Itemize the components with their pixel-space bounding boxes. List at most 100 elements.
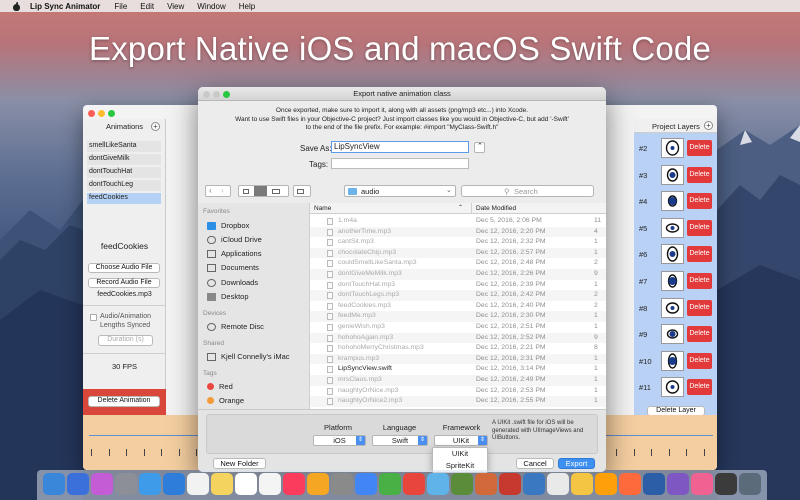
file-row[interactable]: krampus.mp3 Dec 12, 2016, 2:31 PM 1 bbox=[310, 353, 606, 365]
file-row[interactable]: anotherTime.mp3 Dec 12, 2016, 2:20 PM 4 bbox=[310, 226, 606, 238]
column-header-date[interactable]: Date Modified bbox=[471, 203, 606, 214]
menu-file[interactable]: File bbox=[114, 2, 127, 11]
dock-app-icon[interactable] bbox=[331, 473, 353, 495]
dock-app-icon[interactable] bbox=[643, 473, 665, 495]
dock-app-icon[interactable] bbox=[547, 473, 569, 495]
file-row[interactable]: cantSit.mp3 Dec 12, 2016, 2:32 PM 1 bbox=[310, 237, 606, 248]
dock-app-icon[interactable] bbox=[667, 473, 689, 495]
app-menu[interactable]: Lip Sync Animator bbox=[30, 2, 100, 11]
delete-layer-row-button[interactable]: Delete bbox=[687, 352, 712, 369]
dock-app-icon[interactable] bbox=[283, 473, 305, 495]
dock-app-icon[interactable] bbox=[451, 473, 473, 495]
file-row[interactable]: mrsClaus.mp3 Dec 12, 2016, 2:49 PM 1 bbox=[310, 375, 606, 386]
framework-option-uikit[interactable]: UIKit bbox=[433, 448, 487, 460]
file-row[interactable]: 1.m4a Dec 5, 2016, 2:06 PM 11 bbox=[310, 216, 606, 227]
dock-app-icon[interactable] bbox=[43, 473, 65, 495]
file-row[interactable]: naughtyOrNice2.mp3 Dec 12, 2016, 2:55 PM 1 bbox=[310, 396, 606, 407]
animation-item[interactable]: dontTouchHat bbox=[87, 167, 161, 178]
choose-audio-button[interactable]: Choose Audio File bbox=[88, 263, 160, 273]
sidebar-item-icloud[interactable]: iCloud Drive bbox=[207, 234, 262, 245]
delete-layer-row-button[interactable]: Delete bbox=[687, 219, 712, 236]
dock-app-icon[interactable] bbox=[67, 473, 89, 495]
dock-app-icon[interactable] bbox=[379, 473, 401, 495]
menu-window[interactable]: Window bbox=[197, 2, 225, 11]
sidebar-tag-red[interactable]: Red bbox=[207, 381, 233, 392]
new-folder-button[interactable]: New Folder bbox=[213, 458, 266, 469]
file-row[interactable]: dontTouchLegs.mp3 Dec 12, 2016, 2:42 PM 2 bbox=[310, 290, 606, 301]
dock-app-icon[interactable] bbox=[403, 473, 425, 495]
layer-row[interactable]: #2 Delete bbox=[634, 136, 717, 160]
dock-app-icon[interactable] bbox=[715, 473, 737, 495]
menu-edit[interactable]: Edit bbox=[140, 2, 154, 11]
file-row[interactable]: LipSyncView.swift Dec 12, 2016, 3:14 PM 1 bbox=[310, 364, 606, 375]
column-header-name[interactable]: Name ⌃ bbox=[310, 203, 471, 214]
sidebar-item-desktop[interactable]: Desktop bbox=[207, 291, 249, 302]
back-forward-buttons[interactable]: ‹ › bbox=[205, 185, 231, 197]
delete-animation-button[interactable]: Delete Animation bbox=[88, 396, 160, 407]
delete-layer-row-button[interactable]: Delete bbox=[687, 166, 712, 183]
delete-layer-row-button[interactable]: Delete bbox=[687, 193, 712, 210]
minimize-window-button[interactable] bbox=[98, 110, 105, 117]
add-layer-button[interactable]: + bbox=[704, 121, 713, 130]
dock-app-icon[interactable] bbox=[91, 473, 113, 495]
cancel-button[interactable]: Cancel bbox=[516, 458, 554, 469]
zoom-window-button[interactable] bbox=[108, 110, 115, 117]
delete-layer-row-button[interactable]: Delete bbox=[687, 326, 712, 343]
layer-row[interactable]: #10 Delete bbox=[634, 349, 717, 373]
dock-app-icon[interactable] bbox=[235, 473, 257, 495]
export-button[interactable]: Export bbox=[558, 458, 595, 469]
file-row[interactable]: dontGiveMeMilk.mp3 Dec 12, 2016, 2:26 PM 9 bbox=[310, 269, 606, 280]
dock-app-icon[interactable] bbox=[427, 473, 449, 495]
dock-app-icon[interactable] bbox=[619, 473, 641, 495]
folder-popup[interactable]: audio ⌄ bbox=[344, 185, 456, 197]
apple-menu-icon[interactable] bbox=[12, 1, 21, 11]
dock-app-icon[interactable] bbox=[139, 473, 161, 495]
dock-app-icon[interactable] bbox=[307, 473, 329, 495]
dock-app-icon[interactable] bbox=[211, 473, 233, 495]
file-row[interactable]: hohohoAgain.mp3 Dec 12, 2016, 2:52 PM 9 bbox=[310, 332, 606, 344]
dock-app-icon[interactable] bbox=[571, 473, 593, 495]
sidebar-tag-orange[interactable]: Orange bbox=[207, 395, 244, 406]
file-row[interactable]: feedCookies.mp3 Dec 12, 2016, 2:40 PM 2 bbox=[310, 301, 606, 312]
record-audio-button[interactable]: Record Audio File bbox=[88, 278, 160, 288]
file-row[interactable]: chocolateChip.mp3 Dec 12, 2016, 2:57 PM 1 bbox=[310, 247, 606, 259]
delete-layer-row-button[interactable]: Delete bbox=[687, 273, 712, 289]
dialog-zoom-button[interactable] bbox=[223, 91, 230, 98]
save-as-input[interactable]: LipSyncView bbox=[331, 141, 469, 153]
layer-row[interactable]: #9 Delete bbox=[634, 322, 717, 346]
layer-row[interactable]: #5 Delete bbox=[634, 216, 717, 240]
menu-help[interactable]: Help bbox=[239, 2, 255, 11]
animation-item-selected[interactable]: feedCookies bbox=[87, 193, 161, 204]
forward-icon[interactable]: › bbox=[221, 186, 224, 195]
layer-row[interactable]: #7 Delete bbox=[634, 269, 717, 293]
expand-dialog-button[interactable]: ⌃ bbox=[474, 142, 485, 153]
dock-app-icon[interactable] bbox=[523, 473, 545, 495]
dock-app-icon[interactable] bbox=[499, 473, 521, 495]
file-row[interactable]: feedMe.mp3 Dec 12, 2016, 2:30 PM 1 bbox=[310, 311, 606, 322]
sidebar-item-applications[interactable]: Applications bbox=[207, 248, 261, 259]
menu-view[interactable]: View bbox=[167, 2, 184, 11]
layer-row[interactable]: #11 Delete bbox=[634, 375, 717, 399]
list-view-icon[interactable] bbox=[254, 186, 267, 196]
arrange-button[interactable] bbox=[293, 185, 311, 197]
file-row[interactable]: dontTouchHat.mp3 Dec 12, 2016, 2:39 PM 1 bbox=[310, 280, 606, 291]
tags-input[interactable] bbox=[331, 158, 469, 169]
dock-app-icon[interactable] bbox=[115, 473, 137, 495]
back-icon[interactable]: ‹ bbox=[209, 186, 212, 195]
icon-view-icon[interactable] bbox=[243, 189, 249, 194]
layer-row[interactable]: #8 Delete bbox=[634, 296, 717, 320]
file-row[interactable]: hohohoMerryChristmas.mp3 Dec 12, 2016, 2:… bbox=[310, 343, 606, 354]
animation-item[interactable]: dontTouchLeg bbox=[87, 180, 161, 191]
layer-row[interactable]: #3 Delete bbox=[634, 163, 717, 187]
sidebar-item-imac[interactable]: Kjell Connelly's iMac bbox=[207, 351, 290, 362]
file-row[interactable]: genieWish.mp3 Dec 12, 2016, 2:51 PM 1 bbox=[310, 322, 606, 333]
close-window-button[interactable] bbox=[88, 110, 95, 117]
sidebar-item-remote-disc[interactable]: Remote Disc bbox=[207, 321, 264, 332]
arrange-icon[interactable] bbox=[297, 189, 304, 194]
dock-app-icon[interactable] bbox=[187, 473, 209, 495]
platform-popup[interactable]: iOS ⇕ bbox=[313, 435, 366, 446]
sidebar-item-dropbox[interactable]: Dropbox bbox=[207, 220, 249, 231]
dock-app-icon[interactable] bbox=[475, 473, 497, 495]
animation-item[interactable]: dontGiveMilk bbox=[87, 154, 161, 165]
framework-popup[interactable]: UIKit ⇕ bbox=[434, 435, 488, 446]
